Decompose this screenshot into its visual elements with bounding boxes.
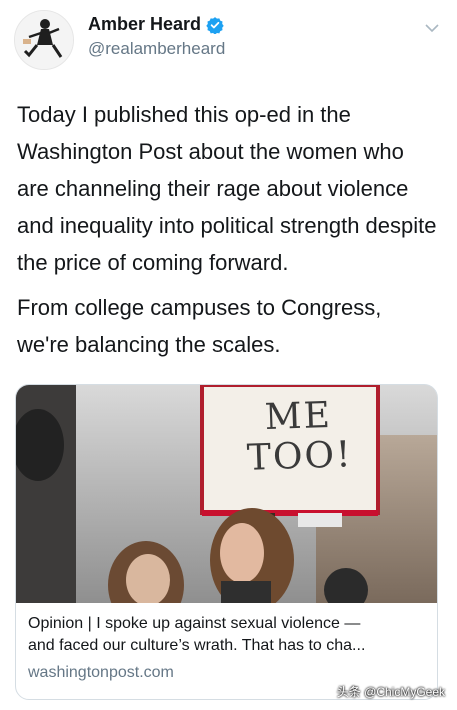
- sign-line: ME: [264, 394, 333, 439]
- link-card[interactable]: ME TOO! Opinion | I spoke up against sex…: [15, 384, 438, 700]
- tweet-text: Today I published this op-ed in the Wash…: [17, 96, 437, 363]
- card-image[interactable]: ME TOO!: [16, 385, 437, 603]
- card-title-line: Opinion | I spoke up against sexual viol…: [28, 615, 361, 632]
- card-title[interactable]: Opinion | I spoke up against sexual viol…: [28, 613, 425, 657]
- avatar-illustration: [15, 11, 73, 69]
- tweet-paragraph: From college campuses to Congress, we're…: [17, 295, 382, 357]
- tweet-header: Amber Heard @realamberheard: [14, 10, 444, 72]
- display-name-text[interactable]: Amber Heard: [88, 14, 201, 35]
- display-name[interactable]: Amber Heard: [88, 14, 225, 35]
- protest-photo: [16, 385, 437, 603]
- watermark: 头条 @ChicMyGeek: [336, 685, 445, 699]
- avatar[interactable]: [14, 10, 74, 70]
- sign-line: TOO!: [246, 434, 354, 479]
- card-domain[interactable]: washingtonpost.com: [28, 664, 425, 682]
- verified-badge-icon: [206, 16, 224, 34]
- tweet-paragraph: Today I published this op-ed in the Wash…: [17, 102, 437, 275]
- handle[interactable]: @realamberheard: [88, 39, 225, 59]
- chevron-down-icon[interactable]: [424, 20, 440, 36]
- card-title-line: and faced our culture’s wrath. That has …: [28, 637, 366, 654]
- card-body[interactable]: Opinion | I spoke up against sexual viol…: [16, 603, 437, 682]
- account-names: Amber Heard @realamberheard: [88, 14, 225, 59]
- sign-text: ME TOO!: [233, 395, 366, 479]
